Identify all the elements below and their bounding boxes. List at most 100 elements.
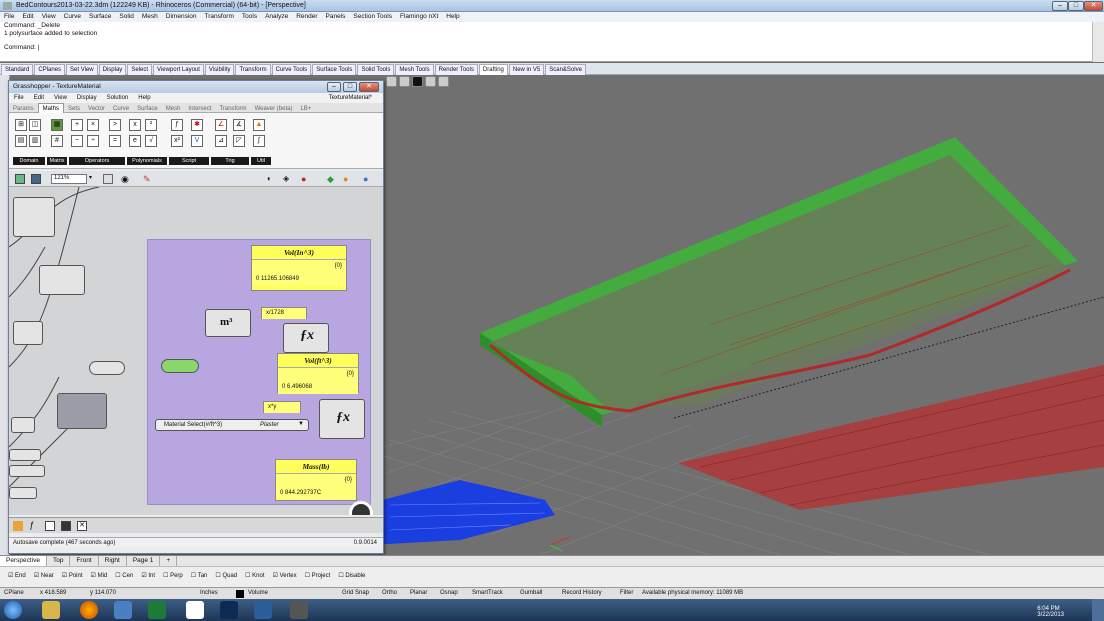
gh-component-expression[interactable]: ƒx <box>283 323 329 353</box>
mesh-settings-icon[interactable]: ● <box>363 174 368 184</box>
material-select-dropdown[interactable]: Material Select(#/ft^3) Plaster ▼ <box>155 419 309 431</box>
group-trig[interactable]: Trig <box>211 157 249 165</box>
sketch-icon[interactable]: ✎ <box>143 174 151 185</box>
gh-component-graph[interactable] <box>57 393 107 429</box>
osnap-point[interactable]: ☑ Point <box>62 567 83 586</box>
gh-menu-view[interactable]: View <box>49 93 72 103</box>
tab-perspective[interactable]: Perspective <box>0 556 47 566</box>
zoom-field[interactable]: 121% <box>51 174 87 184</box>
vb-icon[interactable]: V <box>191 135 203 147</box>
status-smarttrack[interactable]: SmartTrack <box>472 590 503 596</box>
domain-icon[interactable]: ⊞ <box>15 119 27 131</box>
gh-menu-solution[interactable]: Solution <box>102 93 134 103</box>
add-icon[interactable]: + <box>71 119 83 131</box>
group-operators[interactable]: Operators <box>69 157 125 165</box>
material-icon[interactable]: ● <box>343 174 348 184</box>
group-domain[interactable]: Domain <box>13 157 45 165</box>
sin-icon[interactable]: ∠ <box>215 119 227 131</box>
delete-icon[interactable]: ✕ <box>77 521 87 531</box>
util-icon[interactable]: ▲ <box>253 119 265 131</box>
gh-close-button[interactable]: ✕ <box>359 82 379 92</box>
osnap-int[interactable]: ☑ Int <box>141 567 155 586</box>
gh-maximize-button[interactable]: □ <box>343 82 357 92</box>
osnap-disable[interactable]: ☐ Disable <box>338 567 365 586</box>
menu-transform[interactable]: Transform <box>201 12 238 22</box>
xsq-icon[interactable]: x² <box>171 135 183 147</box>
bake-icon[interactable] <box>61 521 71 531</box>
integral-icon[interactable]: ∫ <box>253 135 265 147</box>
open-file-icon[interactable] <box>15 174 25 184</box>
panel-vol-in3[interactable]: Vol(In^3) {0} 0 11265.106849 <box>251 245 347 291</box>
status-planar[interactable]: Planar <box>410 590 427 596</box>
matrix2-icon[interactable]: # <box>51 135 63 147</box>
cos-icon[interactable]: ∡ <box>233 119 245 131</box>
menu-file[interactable]: File <box>0 12 18 22</box>
shaded-preview-icon[interactable]: ● <box>301 174 306 184</box>
osnap-quad[interactable]: ☐ Quad <box>215 567 237 586</box>
gh-component-list1[interactable] <box>9 449 41 461</box>
greater-icon[interactable]: > <box>109 119 121 131</box>
material-ball-icon[interactable] <box>399 76 410 87</box>
gh-menu-file[interactable]: File <box>9 93 29 103</box>
rhino-taskbar-icon[interactable] <box>114 601 132 619</box>
status-osnap[interactable]: Osnap <box>440 590 458 596</box>
group-util[interactable]: Util <box>251 157 271 165</box>
status-layer[interactable]: Volume <box>248 590 268 596</box>
explorer-icon[interactable] <box>42 601 60 619</box>
gh-canvas[interactable]: Vol(In^3) {0} 0 11265.106849 m³ x/1728 ƒ… <box>9 187 383 515</box>
menu-solid[interactable]: Solid <box>115 12 137 22</box>
expression-icon[interactable]: ƒ <box>171 119 183 131</box>
command-scrollbar[interactable] <box>1092 22 1104 62</box>
menu-dimension[interactable]: Dimension <box>162 12 201 22</box>
gh-menu-edit[interactable]: Edit <box>29 93 49 103</box>
tan-icon[interactable]: ⊿ <box>215 135 227 147</box>
trig-icon[interactable]: ◸ <box>233 135 245 147</box>
menu-analyze[interactable]: Analyze <box>261 12 292 22</box>
evaluate-icon[interactable]: ✱ <box>191 119 203 131</box>
tab-top[interactable]: Top <box>47 556 71 566</box>
gh-menu-help[interactable]: Help <box>133 93 155 103</box>
osnap-knot[interactable]: ☐ Knot <box>245 567 264 586</box>
osnap-mid[interactable]: ☑ Mid <box>91 567 108 586</box>
add-layout-icon[interactable]: + <box>160 556 178 566</box>
status-filter[interactable]: Filter <box>620 590 633 596</box>
gh-component-multiply[interactable] <box>39 265 85 295</box>
zoom-dropdown-icon[interactable]: ▾ <box>89 174 92 181</box>
panel-xy[interactable]: x*y <box>263 401 301 413</box>
panel-x1728[interactable]: x/1728 <box>261 307 307 319</box>
status-gumball[interactable]: Gumball <box>520 590 542 596</box>
osnap-cen[interactable]: ☐ Cen <box>115 567 133 586</box>
gh-component-join[interactable] <box>89 361 125 375</box>
log-icon[interactable]: e <box>129 135 141 147</box>
osnap-perp[interactable]: ☐ Perp <box>163 567 183 586</box>
osnap-tan[interactable]: ☐ Tan <box>191 567 208 586</box>
start-button[interactable] <box>4 601 22 619</box>
tab-page-1[interactable]: Page 1 <box>127 556 161 566</box>
gh-minimize-button[interactable]: – <box>327 82 341 92</box>
firefox-icon[interactable] <box>80 601 98 619</box>
show-desktop-button[interactable] <box>1092 599 1104 621</box>
menu-section-tools[interactable]: Section Tools <box>349 12 396 22</box>
panel-mass[interactable]: Mass(lb) {0} 0 844.292737C <box>275 459 357 501</box>
program-icon[interactable] <box>254 601 272 619</box>
gh-component-list2[interactable] <box>9 465 45 477</box>
zoom-extents-icon[interactable] <box>103 174 113 184</box>
wire-preview-icon[interactable]: ◈ <box>283 174 289 183</box>
menu-view[interactable]: View <box>38 12 60 22</box>
preview-off-icon[interactable]: ◐ <box>267 174 272 183</box>
polynomial-icon[interactable]: x <box>129 119 141 131</box>
gh-component-r[interactable] <box>13 321 43 345</box>
status-ortho[interactable]: Ortho <box>382 590 397 596</box>
clock-date[interactable]: 3/22/2013 <box>1037 612 1064 618</box>
select-preview-icon[interactable]: ◆ <box>327 174 334 185</box>
menu-flamingo[interactable]: Flamingo nXt <box>396 12 442 22</box>
gh-document-name[interactable]: TextureMaterial* <box>324 93 377 103</box>
rhino-app-icon[interactable] <box>3 2 12 10</box>
osnap-near[interactable]: ☑ Near <box>34 567 54 586</box>
menu-surface[interactable]: Surface <box>85 12 115 22</box>
osnap-vertex[interactable]: ☑ Vertex <box>273 567 297 586</box>
matrix-icon[interactable]: ▦ <box>51 119 63 131</box>
frame-icon[interactable] <box>425 76 436 87</box>
excel-icon[interactable] <box>148 601 166 619</box>
domain4-icon[interactable]: ▥ <box>29 135 41 147</box>
